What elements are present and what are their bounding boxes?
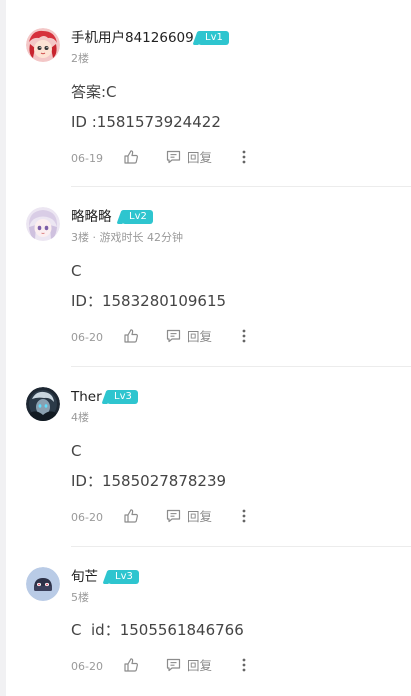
avatar[interactable] <box>26 567 60 601</box>
reply-label: 回复 <box>187 329 213 344</box>
comment-text-line: C id：1505561846766 <box>71 621 244 639</box>
username[interactable]: 手机用户84126609 <box>71 30 194 46</box>
more-vertical-icon[interactable] <box>242 509 246 523</box>
level-badge: Lv1 <box>198 31 229 45</box>
thumbs-up-icon[interactable] <box>123 328 139 344</box>
reply-button[interactable]: 回复 <box>166 149 226 165</box>
comment-item: 旬芒 Lv3 5楼 C id：1505561846766 06-20 回复 <box>0 567 411 696</box>
reply-label: 回复 <box>187 150 213 165</box>
reply-button[interactable]: 回复 <box>166 508 226 524</box>
comment-text-line: ID：1583280109615 <box>71 292 227 310</box>
comment-footer: 06-20 回复 <box>71 508 411 526</box>
level-badge: Lv2 <box>122 210 153 224</box>
username[interactable]: 旬芒 <box>71 569 98 585</box>
avatar-image <box>26 567 60 601</box>
avatar[interactable] <box>26 207 60 241</box>
level-badge: Lv3 <box>108 570 139 584</box>
comment-date: 06-19 <box>71 152 103 165</box>
thumbs-up-icon[interactable] <box>123 508 139 524</box>
comment-text-line: C <box>71 262 82 280</box>
avatar[interactable] <box>26 387 60 421</box>
username[interactable]: 略略略 <box>71 209 112 225</box>
level-badge: Lv3 <box>107 390 138 404</box>
floor-meta: 4楼 <box>71 411 89 424</box>
comment-date: 06-20 <box>71 331 103 344</box>
comment-footer: 06-20 回复 <box>71 657 411 675</box>
reply-button[interactable]: 回复 <box>166 328 226 344</box>
comment-icon <box>166 509 181 523</box>
comment-item: 手机用户84126609 Lv1 2楼 答案:C ID :15815739244… <box>0 28 411 188</box>
more-vertical-icon[interactable] <box>242 329 246 343</box>
comment-footer: 06-19 回复 <box>71 149 411 167</box>
floor-meta: 5楼 <box>71 591 89 604</box>
divider <box>71 186 411 187</box>
avatar[interactable] <box>26 28 60 62</box>
divider <box>71 546 411 547</box>
reply-label: 回复 <box>187 509 213 524</box>
comment-date: 06-20 <box>71 660 103 673</box>
reply-button[interactable]: 回复 <box>166 657 226 673</box>
avatar-image <box>26 207 60 241</box>
comment-item: Ther Lv3 4楼 C ID：1585027878239 06-20 回复 <box>0 387 411 547</box>
comment-text-line: ID：1585027878239 <box>71 472 227 490</box>
more-vertical-icon[interactable] <box>242 150 246 164</box>
username[interactable]: Ther <box>71 389 102 405</box>
comment-date: 06-20 <box>71 511 103 524</box>
comment-text-line: C <box>71 442 82 460</box>
comment-text-line: ID :1581573924422 <box>71 113 221 131</box>
floor-meta: 3楼 · 游戏时长 42分钟 <box>71 231 183 244</box>
avatar-image <box>26 387 60 421</box>
comment-icon <box>166 329 181 343</box>
reply-label: 回复 <box>187 658 213 673</box>
floor-meta: 2楼 <box>71 52 89 65</box>
comment-item: 略略略 Lv2 3楼 · 游戏时长 42分钟 C ID：158328010961… <box>0 207 411 367</box>
comment-text-line: 答案:C <box>71 83 117 101</box>
thumbs-up-icon[interactable] <box>123 149 139 165</box>
divider <box>71 366 411 367</box>
thumbs-up-icon[interactable] <box>123 657 139 673</box>
more-vertical-icon[interactable] <box>242 658 246 672</box>
avatar-image <box>26 28 60 62</box>
comment-icon <box>166 658 181 672</box>
comment-footer: 06-20 回复 <box>71 328 411 346</box>
comment-icon <box>166 150 181 164</box>
